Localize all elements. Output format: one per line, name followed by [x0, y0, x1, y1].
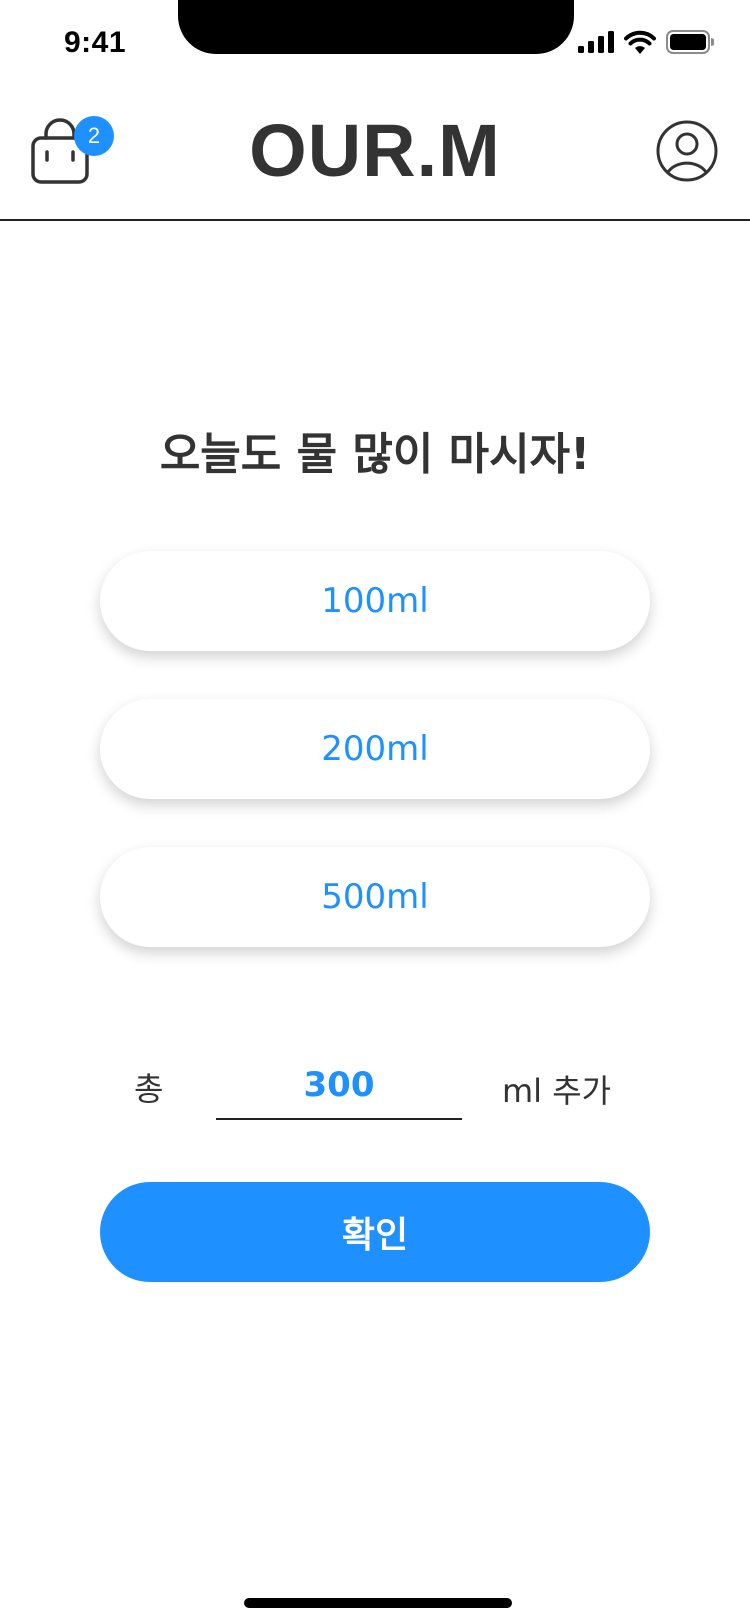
amount-100ml-button[interactable]: 100ml — [100, 551, 650, 651]
profile-icon — [656, 120, 718, 182]
battery-icon — [666, 30, 714, 54]
wifi-icon — [624, 30, 656, 54]
amount-500ml-button[interactable]: 500ml — [100, 847, 650, 947]
amount-200ml-button[interactable]: 200ml — [100, 699, 650, 799]
header-divider — [0, 219, 750, 221]
total-suffix-label: ml 추가 — [502, 1072, 612, 1110]
status-time: 9:41 — [64, 26, 127, 59]
total-prefix-label: 총 — [134, 1070, 164, 1108]
total-amount-input[interactable] — [216, 1052, 462, 1120]
signal-icon — [578, 31, 614, 53]
profile-button[interactable] — [656, 120, 718, 182]
brand-title: OUR.M — [249, 109, 501, 192]
page-headline: 오늘도 물 많이 마시자! — [159, 429, 591, 480]
home-indicator[interactable] — [244, 1598, 512, 1608]
device-notch — [178, 0, 574, 54]
status-icons — [578, 30, 714, 54]
confirm-button[interactable]: 확인 — [100, 1182, 650, 1282]
